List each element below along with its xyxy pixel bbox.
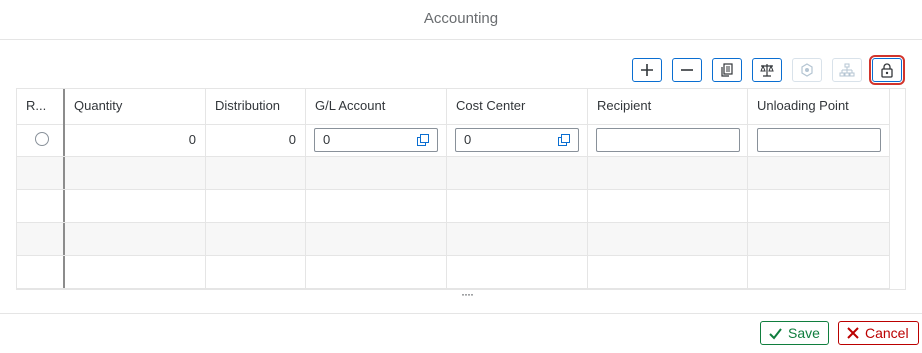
balance-icon <box>760 64 774 77</box>
cost-center-value: 0 <box>464 132 472 147</box>
column-header-quantity[interactable]: Quantity <box>65 89 206 124</box>
table-row[interactable]: 0 0 0 0 <box>17 124 905 157</box>
recipient-cell <box>588 124 748 156</box>
cost-center-cell <box>447 256 588 288</box>
quantity-cell <box>65 190 206 222</box>
distribution-cell <box>206 190 306 222</box>
dialog-header: Accounting <box>0 0 922 40</box>
cost-center-cell <box>447 223 588 255</box>
cost-center-input[interactable]: 0 <box>455 128 579 152</box>
resize-grip-icon[interactable]: ···· <box>461 288 474 300</box>
unloading-point-cell <box>748 157 890 189</box>
unloading-point-input[interactable] <box>757 128 881 152</box>
row-selector-cell <box>17 223 65 255</box>
recipient-cell <box>588 223 748 255</box>
plus-icon <box>641 64 653 76</box>
copy-button[interactable] <box>712 58 742 82</box>
row-selector-cell <box>17 256 65 288</box>
close-icon <box>847 327 859 339</box>
gl-account-value: 0 <box>323 132 331 147</box>
row-select-radio[interactable] <box>35 132 49 146</box>
gl-account-cell <box>306 223 447 255</box>
gl-account-cell <box>306 190 447 222</box>
recipient-cell <box>588 157 748 189</box>
column-header-gl-account[interactable]: G/L Account <box>306 89 447 124</box>
cost-center-cell: 0 <box>447 124 588 156</box>
hierarchy-icon <box>839 63 855 77</box>
distribution-button[interactable] <box>752 58 782 82</box>
column-header-distribution[interactable]: Distribution <box>206 89 306 124</box>
distribution-cell: 0 <box>206 124 306 156</box>
settings-button[interactable] <box>792 58 822 82</box>
copy-icon <box>721 63 733 77</box>
table-row[interactable] <box>17 190 905 223</box>
column-header-row-selector[interactable]: R... <box>17 89 65 124</box>
cube-icon <box>801 63 813 77</box>
column-header-unloading-point[interactable]: Unloading Point <box>748 89 890 124</box>
accounting-table: R... Quantity Distribution G/L Account C… <box>16 88 906 290</box>
save-label: Save <box>788 325 820 341</box>
cost-center-cell <box>447 190 588 222</box>
lock-button[interactable] <box>869 55 905 85</box>
recipient-cell <box>588 190 748 222</box>
unloading-point-cell <box>748 256 890 288</box>
table-row[interactable] <box>17 157 905 190</box>
gl-account-input[interactable]: 0 <box>314 128 438 152</box>
gl-account-cell <box>306 256 447 288</box>
unloading-point-cell <box>748 124 890 156</box>
cancel-label: Cancel <box>865 325 909 341</box>
cancel-button[interactable]: Cancel <box>838 321 919 345</box>
hierarchy-button[interactable] <box>832 58 862 82</box>
delete-row-button[interactable] <box>672 58 702 82</box>
quantity-cell <box>65 157 206 189</box>
save-button[interactable]: Save <box>760 321 829 345</box>
quantity-cell <box>65 256 206 288</box>
minus-icon <box>681 69 693 71</box>
distribution-cell <box>206 256 306 288</box>
table-row[interactable] <box>17 256 905 289</box>
gl-account-cell <box>306 157 447 189</box>
quantity-cell <box>65 223 206 255</box>
accounting-dialog: Accounting R... Quantity Distribution G/… <box>0 0 922 352</box>
add-row-button[interactable] <box>632 58 662 82</box>
row-selector-cell <box>17 124 65 156</box>
table-row[interactable] <box>17 223 905 256</box>
value-help-icon[interactable] <box>558 134 570 146</box>
gl-account-cell: 0 <box>306 124 447 156</box>
recipient-input[interactable] <box>596 128 740 152</box>
value-help-icon[interactable] <box>417 134 429 146</box>
unloading-point-cell <box>748 190 890 222</box>
distribution-cell <box>206 223 306 255</box>
recipient-cell <box>588 256 748 288</box>
row-selector-cell <box>17 190 65 222</box>
dialog-title: Accounting <box>423 10 499 27</box>
column-header-cost-center[interactable]: Cost Center <box>447 89 588 124</box>
table-header: R... Quantity Distribution G/L Account C… <box>17 89 905 125</box>
unloading-point-cell <box>748 223 890 255</box>
quantity-cell: 0 <box>65 124 206 156</box>
checkmark-icon <box>769 327 782 340</box>
lock-icon <box>881 63 893 78</box>
column-header-recipient[interactable]: Recipient <box>588 89 748 124</box>
cost-center-cell <box>447 157 588 189</box>
distribution-cell <box>206 157 306 189</box>
dialog-footer: Save Cancel <box>0 313 922 353</box>
row-selector-cell <box>17 157 65 189</box>
vertical-scrollbar[interactable] <box>889 89 905 289</box>
